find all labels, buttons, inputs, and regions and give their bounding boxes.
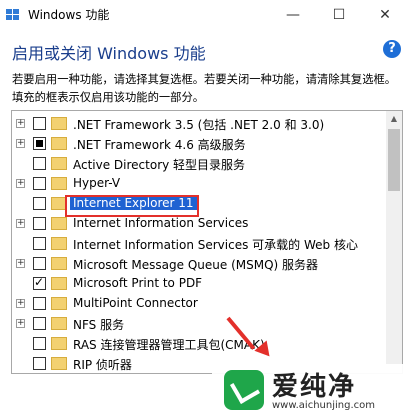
windows-features-icon [6, 9, 19, 20]
feature-row[interactable]: + Hyper-V [12, 174, 384, 194]
feature-checkbox[interactable] [33, 197, 46, 210]
description-text: 若要启用一种功能，请选择其复选框。若要关闭一种功能，请清除其复选框。填充的框表示… [12, 73, 397, 104]
folder-icon [51, 137, 67, 150]
feature-row[interactable]: + Internet Information Services [12, 214, 384, 234]
feature-checkbox[interactable] [33, 257, 46, 270]
folder-icon [51, 337, 67, 350]
feature-checkbox[interactable] [33, 317, 46, 330]
expand-plus-icon[interactable]: + [16, 219, 25, 228]
expand-plus-icon[interactable]: + [16, 319, 25, 328]
feature-label: .NET Framework 3.5 (包括 .NET 2.0 和 3.0) [73, 118, 325, 132]
feature-row[interactable]: Active Directory 轻型目录服务 [12, 154, 384, 174]
feature-checkbox[interactable] [33, 337, 46, 350]
feature-checkbox[interactable] [33, 275, 46, 290]
folder-icon [51, 177, 67, 190]
maximize-button[interactable]: ☐ [316, 0, 362, 30]
window-title: Windows 功能 [28, 8, 110, 22]
folder-icon [51, 237, 67, 250]
feature-checkbox[interactable] [33, 217, 46, 230]
page-heading: 启用或关闭 Windows 功能 [12, 44, 206, 63]
folder-icon [51, 257, 67, 270]
scroll-thumb[interactable] [388, 129, 400, 191]
expand-plus-icon[interactable]: + [16, 119, 25, 128]
feature-row[interactable]: Microsoft Print to PDF [12, 274, 384, 294]
expand-plus-icon[interactable]: + [16, 259, 25, 268]
feature-checkbox[interactable] [33, 237, 46, 250]
folder-icon [51, 117, 67, 130]
folder-icon [51, 357, 67, 370]
feature-checkbox[interactable] [33, 117, 46, 130]
folder-icon [51, 297, 67, 310]
feature-row[interactable]: RAS 连接管理器管理工具包(CMAK) [12, 334, 384, 354]
feature-row[interactable]: + .NET Framework 3.5 (包括 .NET 2.0 和 3.0) [12, 114, 384, 134]
feature-label: Internet Information Services 可承载的 Web 核… [73, 238, 358, 252]
feature-checkbox[interactable] [33, 137, 46, 150]
feature-label: Microsoft Message Queue (MSMQ) 服务器 [73, 258, 319, 272]
feature-row[interactable]: + .NET Framework 4.6 高级服务 [12, 134, 384, 154]
feature-label: Internet Information Services [73, 216, 249, 230]
help-icon[interactable]: ? [383, 40, 401, 58]
feature-row[interactable]: + Microsoft Message Queue (MSMQ) 服务器 [12, 254, 384, 274]
title-bar: Windows 功能 — ☐ ✕ [0, 0, 412, 30]
expand-plus-icon[interactable]: + [16, 139, 25, 148]
expand-plus-icon[interactable]: + [16, 179, 25, 188]
watermark-logo-icon [224, 370, 264, 410]
expand-plus-icon[interactable]: + [16, 299, 25, 308]
feature-checkbox[interactable] [33, 297, 46, 310]
feature-row[interactable]: Internet Information Services 可承载的 Web 核… [12, 234, 384, 254]
folder-icon [51, 217, 67, 230]
feature-checkbox[interactable] [33, 157, 46, 170]
feature-row[interactable]: + NFS 服务 [12, 314, 384, 334]
folder-icon [51, 277, 67, 290]
red-highlight-box [65, 195, 199, 217]
folder-icon [51, 157, 67, 170]
watermark-brand: 爱纯净 [272, 372, 357, 402]
feature-label: Hyper-V [73, 176, 121, 190]
close-button[interactable]: ✕ [362, 0, 408, 30]
feature-label: RAS 连接管理器管理工具包(CMAK) [73, 338, 265, 352]
vertical-scrollbar[interactable]: ▲ [386, 111, 402, 373]
feature-label: Microsoft Print to PDF [73, 276, 203, 290]
watermark-url: www.aichunjing.com [272, 400, 375, 411]
watermark: 爱纯净 www.aichunjing.com [212, 364, 412, 416]
minimize-button[interactable]: — [270, 0, 316, 30]
feature-label: .NET Framework 4.6 高级服务 [73, 138, 246, 152]
feature-label: Active Directory 轻型目录服务 [73, 158, 246, 172]
feature-label: MultiPoint Connector [73, 296, 198, 310]
features-tree[interactable]: RIP 侦听器 RAS 连接管理器管理工具包(CMAK) + NFS 服务 + Multi… [11, 110, 403, 374]
feature-label: NFS 服务 [73, 318, 125, 332]
scroll-up-arrow-icon[interactable]: ▲ [386, 111, 402, 127]
feature-checkbox[interactable] [33, 177, 46, 190]
feature-row[interactable]: + MultiPoint Connector [12, 294, 384, 314]
feature-label: RIP 侦听器 [73, 358, 132, 372]
feature-checkbox[interactable] [33, 357, 46, 370]
folder-icon [51, 317, 67, 330]
